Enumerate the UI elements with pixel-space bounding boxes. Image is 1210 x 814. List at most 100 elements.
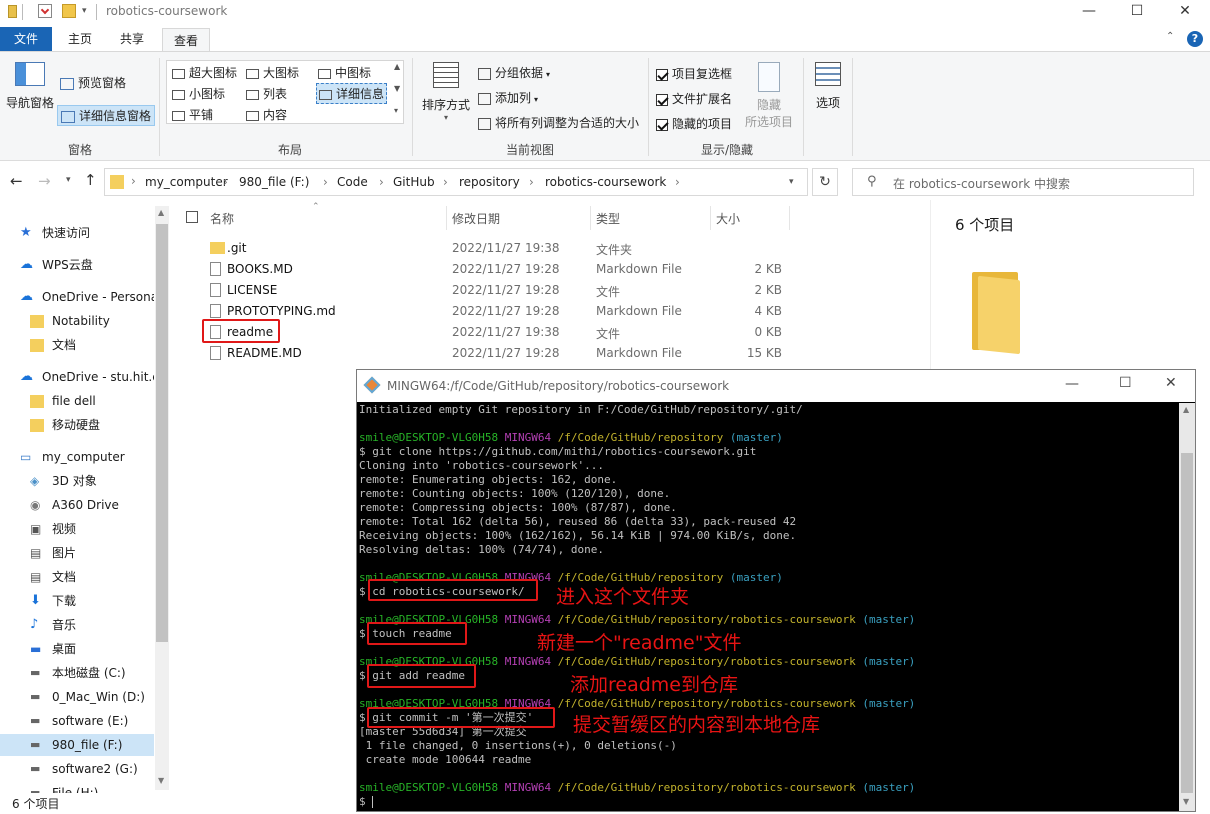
item-checkboxes-toggle[interactable]: 项目复选框 xyxy=(656,65,732,82)
sidebar-item[interactable]: ▤ 图片 xyxy=(0,542,154,564)
sidebar-item[interactable]: ☁ OneDrive - stu.hit.e xyxy=(0,366,154,388)
sidebar-item[interactable]: ▬ 0_Mac_Win (D:) xyxy=(0,686,154,708)
sort-by-button[interactable]: 排序方式 ▾ xyxy=(420,62,472,122)
sidebar-item[interactable]: 文档 xyxy=(0,334,154,356)
file-row[interactable]: BOOKS.MD 2022/11/27 19:28 Markdown File 2 K… xyxy=(205,259,825,279)
sidebar-item[interactable]: ▬ software2 (G:) xyxy=(0,758,154,780)
layout-scroll-down-icon[interactable]: ▼ xyxy=(394,84,400,93)
layout-expand-icon[interactable]: ▾ xyxy=(394,106,398,115)
sidebar-item[interactable]: ⬇ 下载 xyxy=(0,590,154,612)
layout-scroll-up-icon[interactable]: ▲ xyxy=(394,62,400,71)
sidebar-item[interactable]: ◉ A360 Drive xyxy=(0,494,154,516)
properties-icon[interactable] xyxy=(38,4,52,18)
sidebar-item[interactable]: ★ 快速访问 xyxy=(0,222,154,244)
chevron-right-icon[interactable]: › xyxy=(379,175,384,189)
customize-toolbar-icon[interactable]: ▾ xyxy=(82,6,96,20)
breadcrumb[interactable]: GitHub xyxy=(393,175,435,189)
sidebar-item[interactable]: ▬ 桌面 xyxy=(0,638,154,660)
file-row[interactable]: readme 2022/11/27 19:38 文件 0 KB xyxy=(205,322,825,342)
collapse-ribbon-icon[interactable]: ⌃ xyxy=(1166,31,1174,42)
sidebar-item[interactable]: Notability xyxy=(0,310,154,332)
layout-large[interactable]: 大图标 xyxy=(246,64,299,81)
nav-pane-button[interactable]: 导航窗格 xyxy=(6,62,54,111)
sidebar-item[interactable]: file dell xyxy=(0,390,154,412)
add-column-button[interactable]: 添加列 ▾ xyxy=(478,89,538,106)
sidebar-item[interactable]: ▬ software (E:) xyxy=(0,710,154,732)
breadcrumb[interactable]: 980_file (F:) xyxy=(239,175,309,189)
recent-locations-chevron-icon[interactable]: ▾ xyxy=(66,175,71,185)
sidebar-item[interactable]: ♪ 音乐 xyxy=(0,614,154,636)
chevron-right-icon[interactable]: › xyxy=(131,174,136,188)
minimize-button[interactable]: — xyxy=(1066,0,1112,24)
column-size[interactable]: 大小 xyxy=(716,210,740,227)
scroll-down-icon[interactable]: ▼ xyxy=(1183,797,1189,806)
layout-extra-large[interactable]: 超大图标 xyxy=(172,64,237,81)
hide-selected-button[interactable]: 隐藏 所选项目 xyxy=(744,62,794,130)
help-icon[interactable]: ? xyxy=(1187,31,1203,47)
search-input[interactable]: ⚲ 在 robotics-coursework 中搜索 xyxy=(852,168,1194,196)
forward-arrow-icon[interactable]: → xyxy=(38,172,51,190)
breadcrumb[interactable]: repository xyxy=(459,175,520,189)
scroll-up-icon[interactable]: ▲ xyxy=(1183,405,1189,414)
chevron-right-icon[interactable]: › xyxy=(529,175,534,189)
terminal-minimize-button[interactable]: — xyxy=(1065,376,1079,392)
file-row[interactable]: README.MD 2022/11/27 19:28 Markdown File 15… xyxy=(205,343,825,363)
file-row[interactable]: PROTOTYPING.md 2022/11/27 19:28 Markdown F… xyxy=(205,301,825,321)
scroll-thumb[interactable] xyxy=(156,224,168,642)
sidebar-item[interactable]: ▬ 980_file (F:) xyxy=(0,734,154,756)
breadcrumb[interactable]: robotics-coursework xyxy=(545,175,666,189)
file-extensions-toggle[interactable]: 文件扩展名 xyxy=(656,90,732,107)
fit-columns-button[interactable]: 将所有列调整为合适的大小 xyxy=(478,114,639,131)
new-folder-icon[interactable] xyxy=(62,4,76,18)
scroll-down-icon[interactable]: ▼ xyxy=(158,776,164,785)
sidebar-item[interactable]: ◈ 3D 对象 xyxy=(0,470,154,492)
scroll-thumb[interactable] xyxy=(1181,453,1193,793)
sidebar-item[interactable]: ☁ OneDrive - Persona xyxy=(0,286,154,308)
sidebar-item[interactable]: ▤ 文档 xyxy=(0,566,154,588)
column-name[interactable]: 名称 xyxy=(210,210,234,227)
chevron-right-icon[interactable]: › xyxy=(443,175,448,189)
address-bar[interactable]: › my_computer › 980_file (F:) › Code › G… xyxy=(104,168,808,196)
file-row[interactable]: LICENSE 2022/11/27 19:28 文件 2 KB xyxy=(205,280,825,300)
sidebar-item[interactable]: ▭ my_computer xyxy=(0,446,154,468)
up-arrow-icon[interactable]: ↑ xyxy=(84,171,97,189)
layout-tiles[interactable]: 平铺 xyxy=(172,106,213,123)
details-pane-button[interactable]: 详细信息窗格 xyxy=(57,105,156,126)
sidebar-item[interactable]: 移动硬盘 xyxy=(0,414,154,436)
tab-file[interactable]: 文件 xyxy=(0,27,52,51)
chevron-right-icon[interactable]: › xyxy=(223,175,228,189)
layout-content[interactable]: 内容 xyxy=(246,106,287,123)
chevron-right-icon[interactable]: › xyxy=(675,175,680,189)
nav-scrollbar[interactable]: ▲ ▼ xyxy=(155,206,169,790)
terminal-output[interactable]: Initialized empty Git repository in F:/C… xyxy=(359,403,1177,810)
chevron-right-icon[interactable]: › xyxy=(323,175,328,189)
layout-medium[interactable]: 中图标 xyxy=(318,64,371,81)
tab-view[interactable]: 查看 xyxy=(162,28,210,52)
column-type[interactable]: 类型 xyxy=(596,210,620,227)
column-date[interactable]: 修改日期 xyxy=(452,210,500,227)
back-arrow-icon[interactable]: ← xyxy=(10,172,23,190)
terminal-close-button[interactable]: ✕ xyxy=(1165,375,1177,391)
select-all-checkbox[interactable] xyxy=(186,211,198,223)
address-history-chevron-icon[interactable]: ▾ xyxy=(789,177,794,187)
hidden-items-toggle[interactable]: 隐藏的项目 xyxy=(656,115,732,132)
file-row[interactable]: .git 2022/11/27 19:38 文件夹 xyxy=(205,238,825,258)
group-by-button[interactable]: 分组依据 ▾ xyxy=(478,64,550,81)
preview-pane-button[interactable]: 预览窗格 xyxy=(60,74,126,91)
sidebar-item[interactable]: ☁ WPS云盘 xyxy=(0,254,154,276)
tab-share[interactable]: 共享 xyxy=(110,27,154,51)
breadcrumb[interactable]: Code xyxy=(337,175,368,189)
terminal-maximize-button[interactable]: ☐ xyxy=(1119,375,1132,391)
scroll-up-icon[interactable]: ▲ xyxy=(158,208,164,217)
breadcrumb[interactable]: my_computer xyxy=(145,175,228,189)
layout-list[interactable]: 列表 xyxy=(246,85,287,102)
layout-details[interactable]: 详细信息 xyxy=(316,83,388,104)
sidebar-item[interactable]: ▣ 视频 xyxy=(0,518,154,540)
refresh-icon[interactable]: ↻ xyxy=(812,168,838,196)
maximize-button[interactable]: ☐ xyxy=(1114,0,1160,24)
options-button[interactable]: 选项 xyxy=(810,62,846,111)
layout-small[interactable]: 小图标 xyxy=(172,85,225,102)
close-button[interactable]: ✕ xyxy=(1162,0,1208,24)
sidebar-item[interactable]: ▬ 本地磁盘 (C:) xyxy=(0,662,154,684)
tab-home[interactable]: 主页 xyxy=(58,27,102,51)
